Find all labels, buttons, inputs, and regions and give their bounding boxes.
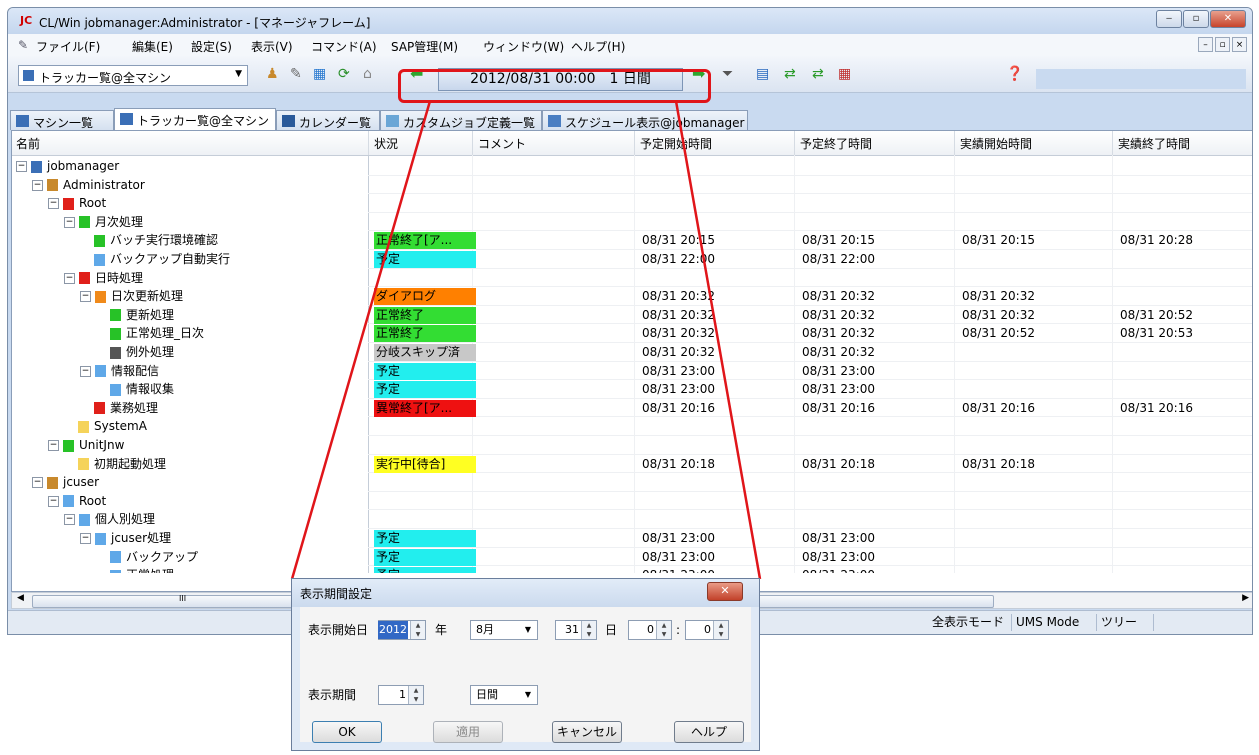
year-unit: 年 (435, 623, 448, 637)
callout-line-left (290, 100, 432, 580)
time-colon: : (676, 623, 681, 637)
hour-spinner[interactable]: 0 ▲ ▼ (628, 620, 672, 640)
chevron-down-icon: ▼ (524, 690, 531, 699)
month-select[interactable]: 8月 ▼ (470, 620, 538, 640)
period-label: 表示期間 (308, 688, 357, 702)
day-spinner[interactable]: 31 ▲ ▼ (555, 620, 597, 640)
month-value: 8月 (476, 623, 494, 636)
callout-highlight (398, 69, 711, 103)
year-value: 2012 (378, 621, 408, 639)
period-value: 1 (399, 688, 406, 701)
dialog-title: 表示期間設定 (300, 587, 373, 601)
dialog-body: 表示開始日 2012 ▲ ▼ 年 8月 ▼ 31 ▲ ▼ 日 0 ▲ ▼ : 0 ▲ ▼… (300, 607, 751, 743)
spin-arrows-icon[interactable]: ▲ ▼ (656, 621, 671, 639)
spin-arrows-icon[interactable]: ▲ ▼ (410, 621, 425, 639)
hour-value: 0 (647, 623, 654, 636)
minute-value: 0 (704, 623, 711, 636)
ok-button[interactable]: OK (312, 721, 382, 743)
spin-arrows-icon[interactable]: ▲ ▼ (408, 686, 423, 704)
apply-button[interactable]: 適用 (433, 721, 503, 743)
chevron-down-icon: ▼ (524, 625, 531, 634)
start-date-label: 表示開始日 (308, 623, 369, 637)
help-button[interactable]: ヘルプ (674, 721, 744, 743)
spin-arrows-icon[interactable]: ▲ ▼ (581, 621, 596, 639)
period-spinner[interactable]: 1 ▲ ▼ (378, 685, 424, 705)
period-unit-value: 日間 (476, 688, 498, 701)
period-unit-select[interactable]: 日間 ▼ (470, 685, 538, 705)
dialog-close-button[interactable]: ✕ (707, 582, 743, 601)
day-unit: 日 (605, 623, 618, 637)
callout-line-right (674, 100, 762, 580)
minute-spinner[interactable]: 0 ▲ ▼ (685, 620, 729, 640)
spin-arrows-icon[interactable]: ▲ ▼ (713, 621, 728, 639)
day-value: 31 (565, 623, 579, 636)
year-spinner[interactable]: 2012 ▲ ▼ (378, 620, 426, 640)
cancel-button[interactable]: キャンセル (552, 721, 622, 743)
dialog-title-bar: 表示期間設定 ✕ (292, 579, 759, 607)
display-period-dialog: 表示期間設定 ✕ 表示開始日 2012 ▲ ▼ 年 8月 ▼ 31 ▲ ▼ 日 0 … (291, 578, 760, 751)
